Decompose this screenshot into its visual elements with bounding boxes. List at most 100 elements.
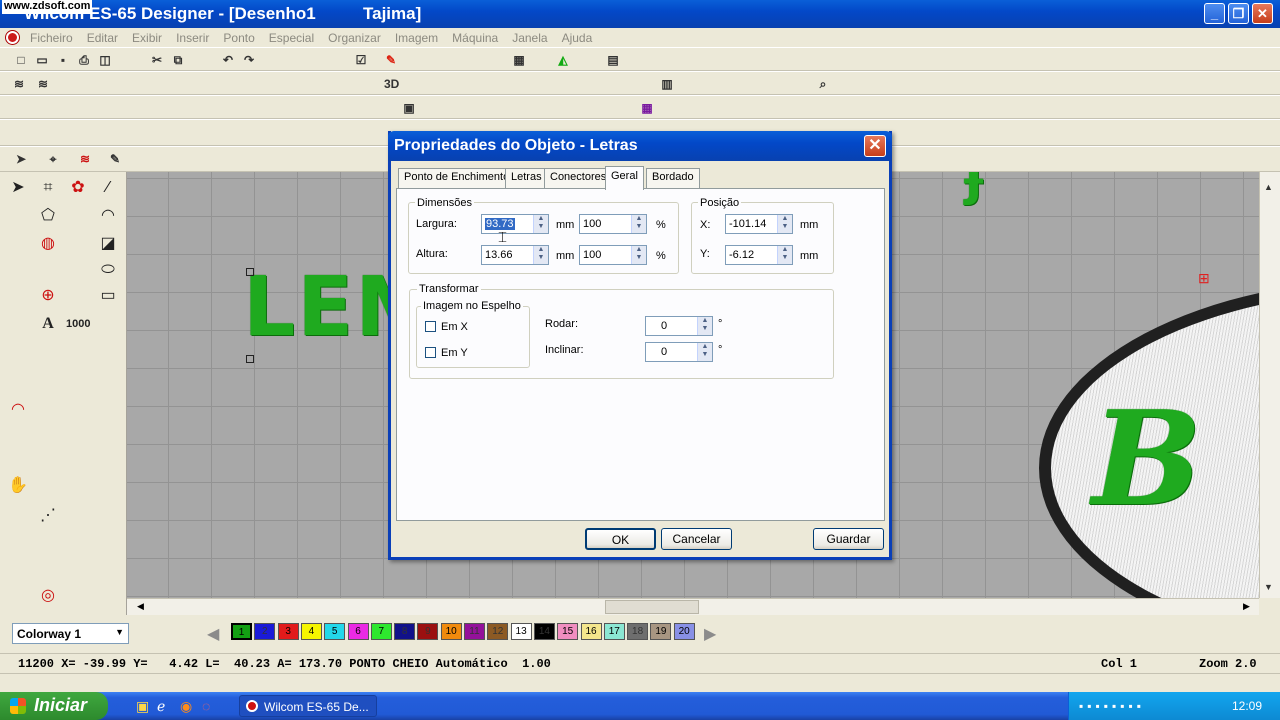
ok-button[interactable]: OK (585, 528, 656, 550)
y-spinner[interactable]: ▲ ▼ (777, 246, 792, 264)
chart-icon[interactable]: ◭ (556, 53, 570, 67)
scroll-right-icon[interactable]: ▶ (1243, 601, 1250, 612)
palette-next-icon[interactable]: ▶ (704, 624, 716, 644)
mirror-y-checkbox[interactable] (425, 347, 436, 358)
menu-inserir[interactable]: Inserir (169, 31, 216, 45)
text-3d-icon[interactable]: 3D (384, 77, 399, 91)
reshape-tool-icon[interactable]: ⌗ (36, 176, 60, 200)
color-swatch-6[interactable]: 6 (347, 623, 369, 640)
menu-ficheiro[interactable]: Ficheiro (23, 31, 80, 45)
node-tool-icon[interactable]: ⋰ (36, 504, 60, 528)
shape-tool-icon[interactable]: ⬠ (36, 204, 60, 228)
color-swatch-18[interactable]: 18 (627, 623, 649, 640)
width-input[interactable]: 93.73 ▲ ▼ (481, 214, 549, 234)
selection-handle[interactable] (246, 355, 254, 363)
dialog-close-button[interactable]: ✕ (864, 135, 886, 157)
copy-icon[interactable]: ⧉ (171, 53, 185, 67)
color-swatch-10[interactable]: 10 (440, 623, 462, 640)
color-swatch-14[interactable]: 14 (533, 623, 555, 640)
menu-maquina[interactable]: Máquina (445, 31, 505, 45)
color-swatch-5[interactable]: 5 (324, 623, 346, 640)
color-swatch-17[interactable]: 17 (603, 623, 625, 640)
menu-editar[interactable]: Editar (80, 31, 125, 45)
select-icon[interactable]: ➤ (6, 176, 30, 200)
tab-letras[interactable]: Letras (505, 168, 548, 188)
palette-icon[interactable]: ▤ (606, 53, 620, 67)
app-icon[interactable] (6, 31, 19, 44)
new-icon[interactable]: □ (14, 53, 28, 67)
close-button[interactable]: ✕ (1252, 3, 1273, 24)
undo-icon[interactable]: ↶ (221, 53, 235, 67)
vertical-scrollbar[interactable]: ▲ ▼ (1259, 172, 1280, 598)
print-preview-icon[interactable]: ◫ (98, 53, 112, 67)
color-swatch-11[interactable]: 11 (464, 623, 485, 640)
color-icon[interactable]: ▦ (640, 101, 654, 115)
skew-input[interactable]: 0 ▲ ▼ (645, 342, 713, 362)
scroll-left-icon[interactable]: ◀ (137, 601, 144, 612)
menu-ponto[interactable]: Ponto (216, 31, 261, 45)
redo-icon[interactable]: ↷ (242, 53, 256, 67)
height-spinner[interactable]: ▲ ▼ (533, 246, 548, 264)
mirror-x-checkbox[interactable] (425, 321, 436, 332)
save-button[interactable]: Guardar (813, 528, 884, 550)
width-percent-spinner[interactable]: ▲ ▼ (631, 215, 646, 233)
color-swatch-15[interactable]: 15 (557, 623, 579, 640)
stitch-icon[interactable]: ≋ (12, 77, 26, 91)
start-button[interactable]: Iniciar (0, 692, 108, 720)
zoom-icon[interactable]: ⌕ (816, 77, 830, 91)
quicklaunch-folder-icon[interactable]: ▣ (136, 698, 149, 715)
minimize-button[interactable]: _ (1204, 3, 1225, 24)
check-icon[interactable]: ☑ (354, 53, 368, 67)
menu-ajuda[interactable]: Ajuda (555, 31, 600, 45)
tab-conectores[interactable]: Conectores (544, 168, 613, 188)
stitch-select-icon[interactable]: ≋ (78, 152, 92, 166)
x-spinner[interactable]: ▲ ▼ (777, 215, 792, 233)
y-input[interactable]: -6.12 ▲ ▼ (725, 245, 793, 265)
globe-tool-icon[interactable]: ⊕ (36, 284, 60, 308)
color-swatch-13[interactable]: 13 (510, 623, 532, 640)
ellipse-tool-icon[interactable]: ⬭ (96, 258, 120, 282)
object-icon[interactable]: ▣ (402, 101, 416, 115)
appliqué-tool-icon[interactable]: ◠ (6, 398, 30, 422)
save-icon[interactable]: ▪ (56, 53, 70, 67)
x-input[interactable]: -101.14 ▲ ▼ (725, 214, 793, 234)
width-spinner[interactable]: ▲ ▼ (533, 215, 548, 233)
grid-icon[interactable]: ▦ (512, 53, 526, 67)
quicklaunch-ie-icon[interactable]: ℯ (157, 698, 165, 715)
scroll-thumb[interactable] (605, 600, 699, 614)
stitch2-icon[interactable]: ≋ (36, 77, 50, 91)
tab-bordado[interactable]: Bordado (646, 168, 700, 188)
palette-prev-icon[interactable]: ◀ (207, 624, 219, 644)
pen-icon[interactable]: ✎ (108, 152, 122, 166)
menu-janela[interactable]: Janela (505, 31, 554, 45)
open-icon[interactable]: ▭ (35, 53, 49, 67)
color-swatch-8[interactable]: 8 (394, 623, 416, 640)
scroll-up-icon[interactable]: ▲ (1264, 182, 1273, 192)
needle-icon[interactable]: ✎ (384, 53, 398, 67)
color-swatch-4[interactable]: 4 (300, 623, 322, 640)
select-arrow-icon[interactable]: ➤ (14, 152, 28, 166)
cut-icon[interactable]: ✂ (150, 53, 164, 67)
color-swatch-3[interactable]: 3 (277, 623, 299, 640)
fill-icon[interactable]: ▥ (660, 77, 674, 91)
height-percent-input[interactable]: 100 ▲ ▼ (579, 245, 647, 265)
menu-exibir[interactable]: Exibir (125, 31, 169, 45)
stitch-edit-icon[interactable]: ✿ (66, 176, 90, 200)
menu-imagem[interactable]: Imagem (388, 31, 445, 45)
color-swatch-2[interactable]: 2 (254, 623, 276, 640)
tab-ponto-enchimento[interactable]: Ponto de Enchimento (398, 168, 516, 188)
reshape-icon[interactable]: ⌖ (46, 152, 60, 166)
target-tool-icon[interactable]: ◎ (36, 584, 60, 608)
line-tool-icon[interactable]: ∕ (96, 176, 120, 200)
crosshair-marker[interactable]: ⊞ (1198, 270, 1210, 287)
height-percent-spinner[interactable]: ▲ ▼ (631, 246, 646, 264)
menu-especial[interactable]: Especial (262, 31, 321, 45)
taskbar-app-button[interactable]: Wilcom ES-65 De... (239, 695, 377, 717)
skew-spinner[interactable]: ▲ ▼ (697, 343, 712, 361)
quicklaunch-firefox-icon[interactable]: ◉ (180, 698, 192, 715)
selection-handle[interactable] (246, 268, 254, 276)
scroll-down-icon[interactable]: ▼ (1264, 582, 1273, 592)
color-swatch-12[interactable]: 12 (487, 623, 509, 640)
tab-geral[interactable]: Geral (605, 166, 644, 190)
height-input[interactable]: 13.66 ▲ ▼ (481, 245, 549, 265)
